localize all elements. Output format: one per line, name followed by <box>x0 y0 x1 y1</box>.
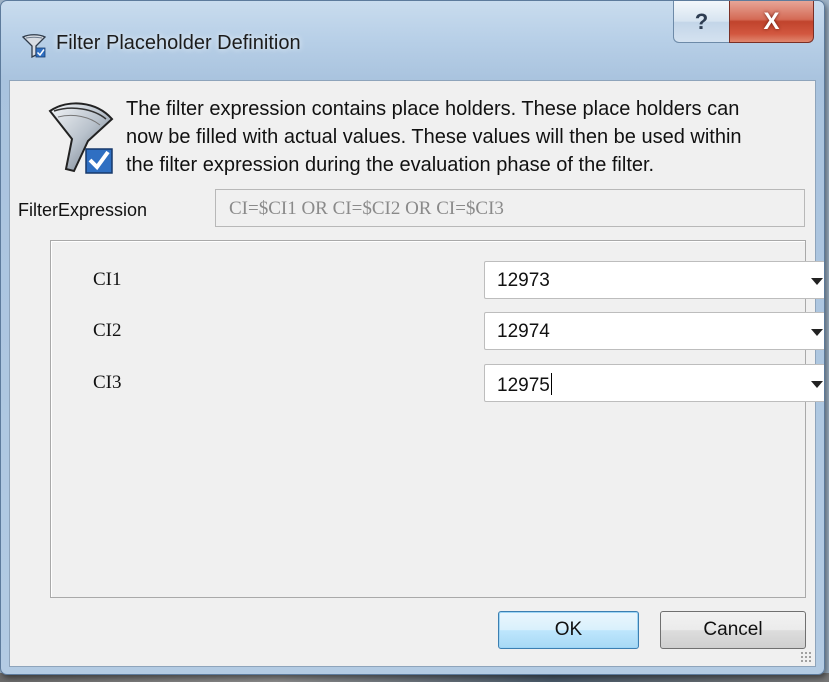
combo-value-editing[interactable]: 12975 <box>497 373 552 397</box>
info-line: now be filled with actual values. These … <box>126 126 742 148</box>
placeholder-label: CI3 <box>93 372 122 393</box>
help-icon: ? <box>694 8 709 34</box>
dialog-body: The filter expression contains place hol… <box>9 80 824 667</box>
ok-button[interactable]: OK <box>498 611 639 649</box>
chevron-down-icon[interactable] <box>811 381 823 388</box>
combo-value: 12973 <box>497 270 550 291</box>
window-title: Filter Placeholder Definition <box>56 32 301 54</box>
info-line: the filter expression during the evaluat… <box>126 154 655 176</box>
placeholder-row-ci3: CI3 12975 <box>51 364 824 402</box>
info-line: The filter expression contains place hol… <box>126 98 740 120</box>
placeholder-row-ci1: CI1 12973 <box>51 261 824 299</box>
caption-buttons: ? X <box>673 1 814 43</box>
filter-funnel-icon-large <box>48 102 114 174</box>
combo-value: 12974 <box>497 321 550 342</box>
cancel-button[interactable]: Cancel <box>660 611 806 649</box>
placeholder-label: CI1 <box>93 269 122 290</box>
filter-placeholder-dialog: Filter Placeholder Definition ? X The fi… <box>0 0 825 675</box>
close-button[interactable]: X <box>729 1 814 43</box>
combo-value-text: 12975 <box>497 375 550 396</box>
close-icon: X <box>763 7 780 35</box>
text-caret <box>550 373 552 395</box>
filter-expression-label: FilterExpression <box>18 200 148 220</box>
filter-funnel-icon <box>21 34 47 58</box>
chevron-down-icon[interactable] <box>811 278 823 285</box>
chevron-down-icon[interactable] <box>811 329 823 336</box>
help-button[interactable]: ? <box>673 1 729 43</box>
placeholder-combo-ci2[interactable]: 12974 <box>484 312 824 350</box>
placeholder-label: CI2 <box>93 320 122 341</box>
filter-expression-field[interactable]: CI=$CI1 OR CI=$CI2 OR CI=$CI3 <box>215 189 805 227</box>
resize-grip-icon[interactable] <box>800 651 812 663</box>
title-bar[interactable]: Filter Placeholder Definition ? X <box>1 1 824 79</box>
placeholder-combo-ci1[interactable]: 12973 <box>484 261 824 299</box>
placeholder-combo-ci3[interactable]: 12975 <box>484 364 824 402</box>
info-message: The filter expression contains place hol… <box>126 95 811 179</box>
placeholder-group: CI1 12973 CI2 12974 CI3 12975 <box>50 240 824 598</box>
placeholder-row-ci2: CI2 12974 <box>51 312 824 350</box>
